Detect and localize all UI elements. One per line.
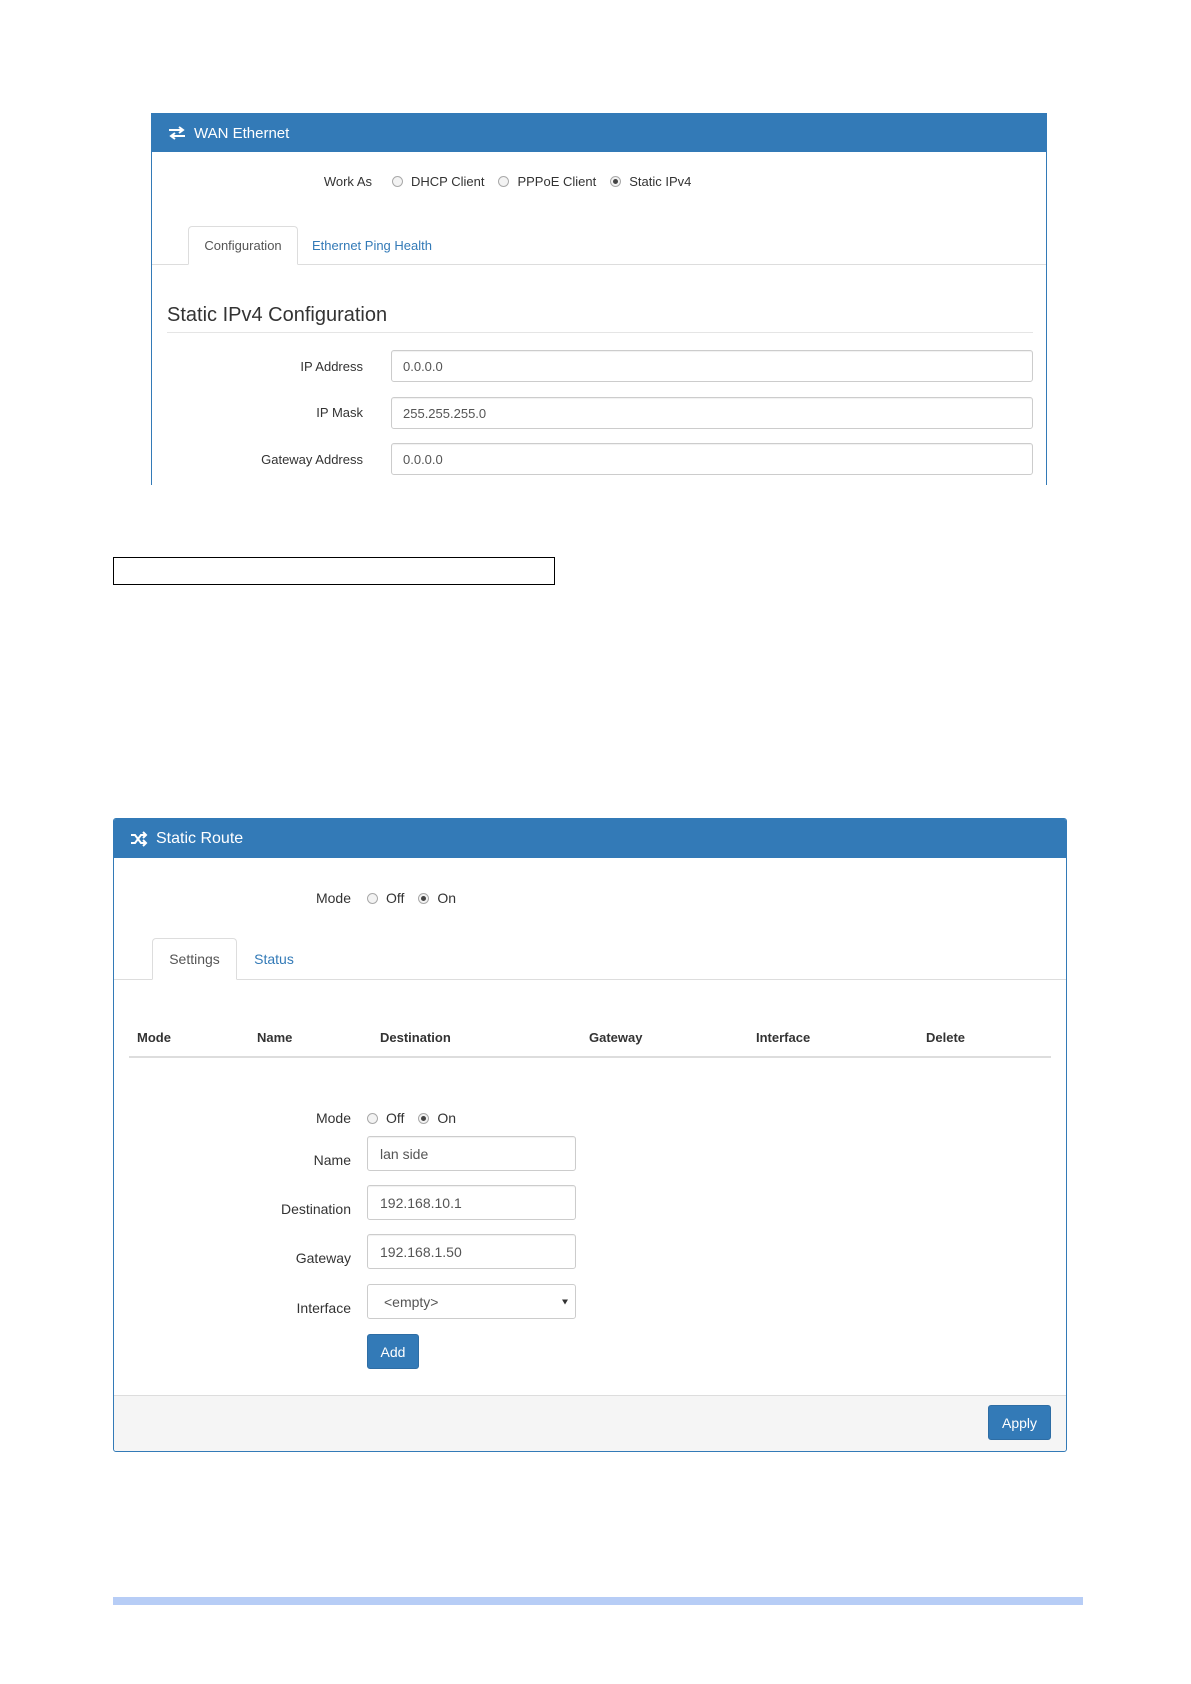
- table-header-rule: [129, 1056, 1051, 1058]
- form-mode-off-label: Off: [386, 1110, 405, 1126]
- tab-ethernet-ping-health[interactable]: Ethernet Ping Health: [302, 226, 442, 265]
- form-interface-select[interactable]: <empty>: [367, 1284, 576, 1319]
- th-mode: Mode: [137, 1030, 171, 1045]
- gateway-address-input[interactable]: 0.0.0.0: [391, 443, 1033, 475]
- section-divider: [167, 332, 1033, 333]
- ip-address-label: IP Address: [300, 359, 363, 374]
- th-gateway: Gateway: [589, 1030, 643, 1045]
- wan-ethernet-panel: WAN Ethernet Work As DHCP Client PPPoE C…: [151, 113, 1047, 485]
- form-gateway-label: Gateway: [295, 1250, 351, 1266]
- form-interface-label: Interface: [296, 1300, 351, 1316]
- form-mode-off-radio[interactable]: [367, 1112, 378, 1124]
- tab-configuration[interactable]: Configuration: [188, 226, 298, 265]
- form-mode-radio-group: Off On: [367, 1110, 470, 1126]
- form-name-input[interactable]: lan side: [367, 1136, 576, 1171]
- gateway-address-label: Gateway Address: [261, 452, 363, 467]
- form-name-label: Name: [313, 1152, 351, 1168]
- apply-button[interactable]: Apply: [988, 1405, 1051, 1440]
- add-button[interactable]: Add: [367, 1334, 419, 1369]
- route-tabs: Settings Status: [114, 819, 1066, 980]
- section-title: Static IPv4 Configuration: [167, 304, 388, 326]
- th-name: Name: [257, 1030, 293, 1045]
- dropdown-arrow-icon: [562, 1299, 568, 1304]
- form-destination-input[interactable]: 192.168.10.1: [367, 1185, 576, 1220]
- form-mode-label: Mode: [315, 1110, 351, 1126]
- form-mode-on-radio[interactable]: [418, 1112, 430, 1124]
- form-mode-on-label: On: [437, 1110, 457, 1126]
- page-footer-bar: [113, 1597, 1083, 1605]
- wan-tabs: Configuration Ethernet Ping Health: [152, 114, 1046, 265]
- tab-status[interactable]: Status: [238, 938, 310, 980]
- form-interface-value: <empty>: [384, 1293, 439, 1310]
- ip-mask-label: IP Mask: [316, 405, 363, 420]
- th-interface: Interface: [756, 1030, 811, 1045]
- th-destination: Destination: [380, 1030, 451, 1045]
- static-route-panel: Static Route Mode Off On Settings Status…: [113, 818, 1067, 1452]
- ip-mask-input[interactable]: 255.255.255.0: [391, 397, 1033, 429]
- form-destination-label: Destination: [280, 1201, 351, 1217]
- caption-box: [113, 557, 555, 585]
- th-delete: Delete: [926, 1030, 966, 1045]
- ip-address-input[interactable]: 0.0.0.0: [391, 350, 1033, 382]
- tab-settings[interactable]: Settings: [152, 938, 237, 980]
- form-gateway-input[interactable]: 192.168.1.50: [367, 1234, 576, 1269]
- panel-footer: Apply: [114, 1395, 1066, 1451]
